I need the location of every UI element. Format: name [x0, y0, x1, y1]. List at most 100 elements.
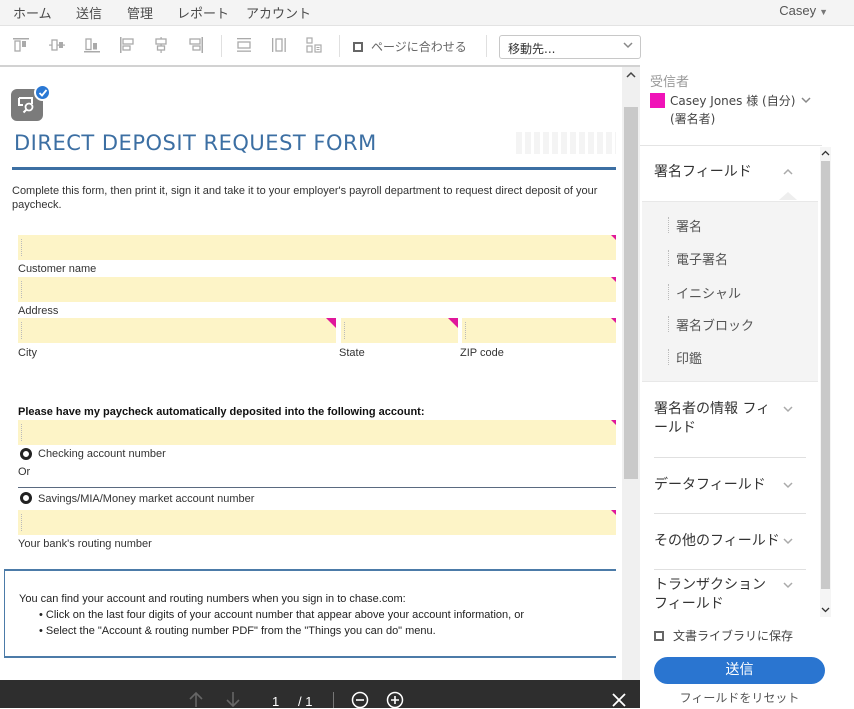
city-label: City — [18, 347, 37, 359]
distribute-horizontal-icon[interactable] — [235, 36, 253, 54]
pager-bar: 1 / 1 — [0, 680, 640, 709]
section-divider — [654, 513, 806, 514]
chevron-down-icon[interactable] — [782, 536, 794, 546]
field-marker-icon — [326, 318, 336, 328]
zip-label: ZIP code — [460, 347, 504, 359]
chevron-down-icon — [623, 42, 633, 49]
user-name: Casey — [779, 3, 817, 18]
panel-scrollbar[interactable] — [820, 147, 831, 617]
checkbox-icon — [654, 630, 664, 641]
zip-field[interactable] — [462, 318, 616, 343]
user-menu[interactable]: Casey ▼ — [779, 3, 828, 18]
checkbox-icon — [353, 41, 363, 52]
zoom-in-icon[interactable] — [386, 691, 404, 709]
scrollbar-thumb[interactable] — [624, 107, 638, 479]
collapse-arrow-icon — [779, 192, 797, 200]
nav-reports[interactable]: レポート — [177, 3, 229, 22]
zoom-out-icon[interactable] — [351, 691, 369, 709]
watermark-logo — [516, 132, 616, 154]
sig-field-e-signature[interactable]: 電子署名 — [668, 249, 728, 268]
match-size-icon[interactable] — [305, 36, 323, 54]
or-label: Or — [18, 466, 31, 478]
sig-field-signature-block[interactable]: 署名ブロック — [668, 315, 754, 334]
recipient-color-swatch — [650, 93, 665, 108]
chevron-down-icon[interactable] — [782, 480, 794, 490]
savings-radio[interactable] — [20, 492, 32, 504]
nav-send[interactable]: 送信 — [76, 3, 102, 22]
save-to-library-label: 文書ライブラリに保存 — [673, 629, 794, 643]
pager-divider — [333, 692, 334, 708]
align-center-icon[interactable] — [152, 36, 170, 54]
checking-label: Checking account number — [38, 448, 166, 460]
chevron-down-icon[interactable] — [782, 580, 794, 590]
state-field[interactable] — [341, 318, 458, 343]
state-label: State — [339, 347, 365, 359]
goto-select-value: 移動先... — [508, 42, 556, 56]
next-page-icon[interactable] — [225, 691, 241, 708]
recipient-chevron-down-icon[interactable] — [800, 95, 812, 105]
fields-sidebar: 受信者 Casey Jones 様 (自分) (署名者) 署名フィールド 署名 … — [640, 65, 854, 708]
checking-radio[interactable] — [20, 448, 32, 460]
sig-field-stamp[interactable]: 印鑑 — [668, 348, 702, 367]
scroll-up-icon[interactable] — [625, 69, 637, 81]
document-intro: Complete this form, then print it, sign … — [12, 185, 598, 211]
account-number-field[interactable] — [18, 420, 616, 445]
address-label: Address — [18, 305, 59, 317]
reset-fields-link[interactable]: フィールドをリセット — [654, 689, 825, 706]
city-field[interactable] — [18, 318, 336, 343]
chevron-down-icon[interactable] — [782, 404, 794, 414]
info-lead: You can find your account and routing nu… — [19, 593, 406, 605]
save-to-library-checkbox[interactable]: 文書ライブラリに保存 — [654, 627, 793, 644]
align-top-icon[interactable] — [12, 36, 30, 54]
customer-name-field[interactable] — [18, 235, 616, 260]
address-field[interactable] — [18, 277, 616, 302]
chevron-up-icon[interactable] — [782, 167, 794, 177]
recipients-heading: 受信者 — [650, 75, 690, 90]
field-marker-icon — [448, 318, 458, 328]
title-divider — [12, 167, 616, 170]
info-bullet: • Click on the last four digits of your … — [39, 609, 525, 621]
customer-name-label: Customer name — [18, 263, 97, 275]
recipient-name[interactable]: Casey Jones 様 (自分) (署名者) — [670, 92, 800, 128]
sig-field-signature[interactable]: 署名 — [668, 216, 702, 235]
align-right-icon[interactable] — [187, 36, 205, 54]
field-marker-icon — [611, 277, 616, 282]
scroll-down-icon[interactable] — [821, 605, 830, 614]
info-box: You can find your account and routing nu… — [4, 569, 616, 658]
current-page[interactable]: 1 — [272, 694, 279, 709]
divider — [18, 487, 616, 488]
prev-page-icon[interactable] — [188, 691, 204, 708]
toolbar-divider — [339, 35, 340, 57]
section-transaction-fields[interactable]: トランザクション フィールド — [654, 576, 769, 614]
fit-to-page-checkbox[interactable]: ページに合わせる — [353, 38, 467, 55]
align-left-icon[interactable] — [118, 36, 136, 54]
section-signer-info-fields[interactable]: 署名者の情報 フィールド — [654, 400, 774, 438]
goto-select[interactable]: 移動先... — [499, 35, 641, 59]
deposit-heading: Please have my paycheck automatically de… — [18, 406, 425, 418]
signature-field-list: 署名 電子署名 イニシャル 署名ブロック 印鑑 — [642, 201, 818, 382]
align-middle-icon[interactable] — [48, 36, 66, 54]
scroll-up-icon[interactable] — [821, 149, 830, 158]
savings-label: Savings/MIA/Money market account number — [38, 493, 255, 505]
section-divider — [654, 457, 806, 458]
close-icon[interactable] — [612, 693, 626, 707]
scrollbar-thumb[interactable] — [821, 161, 830, 589]
nav-account[interactable]: アカウント — [246, 3, 311, 22]
align-bottom-icon[interactable] — [83, 36, 101, 54]
sig-field-initials[interactable]: イニシャル — [668, 283, 741, 302]
total-pages: / 1 — [298, 694, 313, 709]
routing-label: Your bank's routing number — [18, 538, 152, 550]
field-marker-icon — [611, 510, 616, 515]
caret-down-icon: ▼ — [819, 7, 828, 17]
distribute-vertical-icon[interactable] — [270, 36, 288, 54]
document-scrollbar[interactable] — [622, 67, 640, 680]
nav-home[interactable]: ホーム — [13, 3, 52, 22]
toolbar-divider — [221, 35, 222, 57]
send-button[interactable]: 送信 — [654, 657, 825, 684]
nav-manage[interactable]: 管理 — [127, 3, 153, 22]
fit-to-page-label: ページに合わせる — [371, 40, 467, 54]
document-viewer: DIRECT DEPOSIT REQUEST FORM Complete thi… — [0, 65, 640, 680]
info-bullet: • Select the "Account & routing number P… — [39, 625, 436, 637]
field-marker-icon — [611, 235, 616, 240]
routing-number-field[interactable] — [18, 510, 616, 535]
